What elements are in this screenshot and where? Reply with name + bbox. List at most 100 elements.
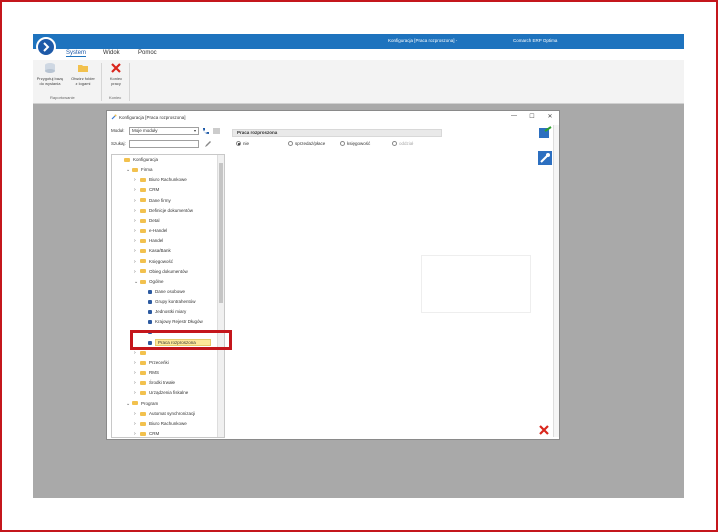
radio-ksiegowosc[interactable]: księgowość [340,141,370,147]
phone-icon[interactable] [202,127,210,135]
minimize-button[interactable]: — [509,113,519,119]
title-bar: Konfiguracja [Praca rozproszona] - Comar… [33,34,684,49]
tree-scrollbar[interactable] [217,155,224,437]
title-text: Konfiguracja [Praca rozproszona] - [388,38,458,43]
folder-icon [78,65,88,72]
modul-label: Moduł: [111,128,125,133]
tree-node[interactable]: › Biuro Rachunkowe [134,175,187,185]
search-input[interactable] [129,140,199,148]
folder-icon [124,157,130,162]
tree-node[interactable]: ⌄ Firma [126,165,153,175]
app-name: Comarch ERP Optima [513,38,558,43]
window-title: Konfiguracja [Praca rozproszona] [119,115,186,120]
pencil-icon[interactable] [204,140,212,148]
tree-node-label: Biuro Rachunkowe [149,177,187,183]
menu-widok[interactable]: Widok [103,50,120,56]
tree-node-label: Księgowość [149,258,174,264]
save-icon[interactable] [537,125,553,141]
tree-node-label: e-Handel [149,228,168,234]
folder-icon [140,279,146,284]
tree-node[interactable]: › Urządzenia fiskalne [134,388,188,398]
document-icon [148,320,152,325]
tree-node[interactable]: › CRM [134,429,160,437]
configuration-window: Konfiguracja [Praca rozproszona] — ☐ ✕ M… [106,110,560,440]
folder-icon [132,401,138,406]
panel-scrollbar[interactable] [553,125,559,437]
tree-node-label: Konfiguracja [133,157,159,162]
chevron-down-icon: ▾ [193,128,196,133]
folder-icon [140,228,146,233]
folder-icon [140,188,146,193]
tree-node[interactable]: › e-Handel [134,226,167,236]
tree-node[interactable]: Jednostki miary [142,307,186,317]
tree-node[interactable]: ⌄ Program [126,399,158,409]
end-work-button[interactable]: Koniec pracy [105,62,127,86]
tree-node[interactable]: ⌄ Ogólne [134,277,164,287]
szukaj-label: Szukaj: [111,141,126,146]
tree-node[interactable]: › Automat synchronizacji [134,409,195,419]
folder-icon [140,360,146,365]
tree-node-label: Automat synchronizacji [149,410,196,416]
folder-icon [132,167,138,172]
wrench-icon[interactable] [537,150,553,166]
group-koniec: Koniec [109,95,122,100]
tree-node-label: Dane firmy [149,197,171,203]
tree-node[interactable]: › Biuro Rachunkowe [134,419,187,429]
prepare-db-button[interactable]: Przygotuj bazę do wysłania [35,62,65,86]
folder-icon [140,269,146,274]
tree-node[interactable]: Grupy kontrahentów [142,297,196,307]
folder-icon [140,239,146,243]
tree-node[interactable]: › Obieg dokumentów [134,267,188,277]
folder-icon [140,259,146,264]
radio-oddzial: oddział [392,141,413,147]
radio-dot[interactable] [340,141,345,147]
highlight-box [130,330,232,350]
close-x-icon[interactable] [537,423,551,437]
radio-sprzedaz-place[interactable]: sprzedaż/płace [288,141,325,147]
tree-node-label: CRM [149,431,160,437]
tree-node-label: Handel [149,238,164,244]
tree-node[interactable]: Dane osobowe [142,287,185,297]
menu-pomoc[interactable]: Pomoc [138,50,157,56]
tree-node[interactable]: Krajowy Rejestr Długów [142,317,203,327]
scroll-thumb[interactable] [219,163,223,303]
menu-system[interactable]: System [66,50,87,57]
tree-node-label: Jednostki miary [155,309,187,315]
open-logs-folder-button[interactable]: Otwórz folder z logami [68,62,98,86]
list-icon[interactable] [212,127,221,135]
radio-nie[interactable]: nie [236,141,249,147]
menu-bar: System Widok Pomoc [33,49,684,60]
database-icon [45,63,55,73]
maximize-button[interactable]: ☐ [527,113,537,120]
tree-node[interactable]: › Księgowość [134,257,173,267]
tree-node-label: Ogólne [149,278,164,284]
tree-node-label: Urządzenia fiskalne [149,390,189,396]
modul-select[interactable]: Moje moduły ▾ [129,127,199,135]
close-window-button[interactable]: ✕ [545,113,555,120]
tree-node[interactable]: › RMS [134,368,159,378]
tree-node[interactable]: › Definicje dokumentów [134,206,193,216]
config-tree[interactable]: Konfiguracja ⌄ Firma › Biuro Rachunkowe › CRM ›… [111,154,225,438]
radio-dot[interactable] [288,141,293,147]
tree-node[interactable]: › Handel [134,236,163,246]
tree-node[interactable]: › CRM [134,185,159,195]
tree-node[interactable]: › Detal [134,216,160,226]
folder-icon [140,218,146,223]
settings-icon [111,114,117,120]
app-logo-icon[interactable] [36,37,56,57]
folder-icon [140,421,146,426]
radio-dot[interactable] [236,141,241,147]
tree-node[interactable]: › Środki trwałe [134,378,175,388]
tree-node[interactable]: › Przeceńki [134,358,169,368]
tree-node-label: Kasa/Bank [149,248,171,254]
tree-node[interactable]: Konfiguracja [118,155,158,165]
ribbon-separator [101,63,102,101]
tree-node-label: Przeceńki [149,360,169,365]
tree-node[interactable]: › Kasa/Bank [134,246,171,256]
tree-node-label: Program [141,400,159,406]
tree-node[interactable]: › Dane firmy [134,196,171,206]
window-title-bar: Konfiguracja [Praca rozproszona] — ☐ ✕ [107,111,559,123]
prepare-db-label-2: do wysłania [39,81,61,86]
tree-node-label: Firma [141,167,153,173]
ribbon-separator [129,63,130,101]
